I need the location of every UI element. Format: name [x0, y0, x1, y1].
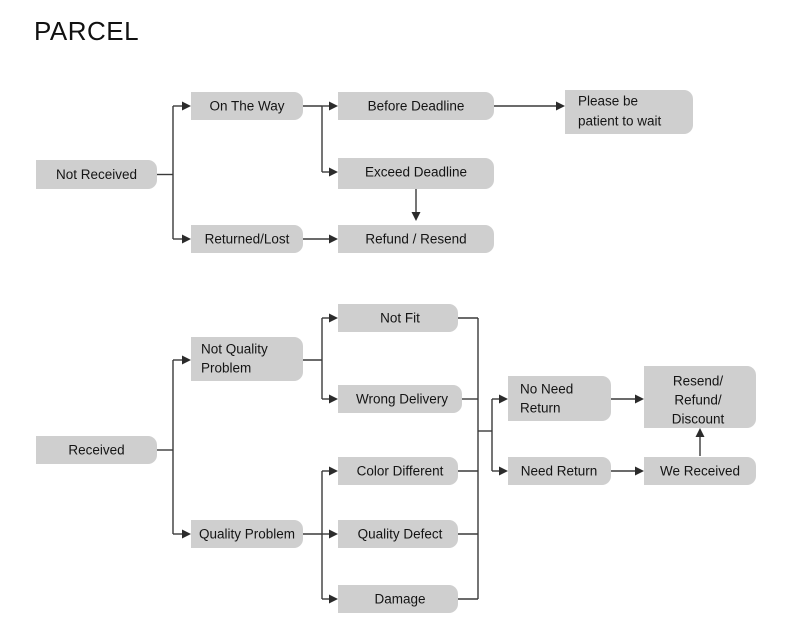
node-refund-resend-label: Refund / Resend [365, 232, 466, 247]
connector-trunk-to-quality-problem [173, 529, 191, 539]
node-wrong-delivery[interactable]: Wrong Delivery [338, 385, 462, 413]
node-before-deadline[interactable]: Before Deadline [338, 92, 494, 120]
connector-not-quality-split [303, 318, 323, 399]
node-quality-problem-label: Quality Problem [199, 527, 295, 542]
connector-need-return-to-we-received [611, 466, 644, 476]
node-not-quality-problem-line1: Not Quality [201, 342, 268, 357]
node-not-received[interactable]: Not Received [36, 160, 157, 189]
node-please-be-patient[interactable]: Please be patient to wait [565, 90, 693, 134]
connector-to-wrong-delivery [322, 394, 338, 404]
connector-to-damage [322, 594, 338, 604]
connector-not-received-trunk [157, 106, 174, 239]
connector-bus-to-no-need-return [492, 394, 508, 404]
connector-quality-problem-split [303, 471, 323, 599]
node-resend-refund-discount-line3: Discount [672, 412, 725, 427]
connector-we-received-to-resend [695, 428, 705, 456]
node-on-the-way[interactable]: On The Way [191, 92, 303, 120]
node-not-quality-problem[interactable]: Not Quality Problem [191, 337, 303, 381]
connector-to-before-deadline [322, 101, 338, 111]
node-please-be-patient-line2: patient to wait [578, 114, 662, 129]
node-returned-lost-label: Returned/Lost [205, 232, 290, 247]
node-damage-label: Damage [374, 592, 425, 607]
node-quality-defect[interactable]: Quality Defect [338, 520, 458, 548]
connector-trunk-to-returned-lost [173, 234, 191, 244]
node-not-quality-problem-line2: Problem [201, 361, 251, 376]
connector-returned-lost-to-refund-resend [303, 234, 338, 244]
node-received-label: Received [68, 443, 124, 458]
connector-problems-merge-bus [458, 317, 493, 600]
connector-no-need-return-to-resend [611, 394, 644, 404]
node-no-need-return-line1: No Need [520, 382, 573, 397]
connector-to-color-different [322, 466, 338, 476]
node-received[interactable]: Received [36, 436, 157, 464]
node-before-deadline-label: Before Deadline [368, 99, 465, 114]
node-please-be-patient-line1: Please be [578, 94, 638, 109]
node-on-the-way-label: On The Way [209, 99, 284, 114]
node-exceed-deadline[interactable]: Exceed Deadline [338, 158, 494, 189]
node-not-fit[interactable]: Not Fit [338, 304, 458, 332]
node-need-return[interactable]: Need Return [508, 457, 611, 485]
node-color-different-label: Color Different [357, 464, 444, 479]
connector-to-not-fit [322, 313, 338, 323]
connector-trunk-to-not-quality-problem [173, 355, 191, 365]
connector-on-the-way-split [303, 105, 323, 172]
connector-before-deadline-to-please-wait [494, 101, 565, 111]
node-resend-refund-discount-line1: Resend/ [673, 374, 724, 389]
node-we-received-label: We Received [660, 464, 740, 479]
node-quality-problem[interactable]: Quality Problem [191, 520, 303, 548]
node-resend-refund-discount[interactable]: Resend/ Refund/ Discount [644, 366, 756, 428]
parcel-flowchart: PARCEL Not Received On The Way Returned/… [34, 16, 756, 613]
node-we-received[interactable]: We Received [644, 457, 756, 485]
node-not-received-label: Not Received [56, 167, 137, 182]
node-no-need-return[interactable]: No Need Return [508, 376, 611, 421]
node-refund-resend[interactable]: Refund / Resend [338, 225, 494, 253]
connector-received-trunk [157, 360, 174, 534]
node-not-fit-label: Not Fit [380, 311, 420, 326]
connector-trunk-to-on-the-way [173, 101, 191, 111]
connector-to-quality-defect [322, 529, 338, 539]
node-damage[interactable]: Damage [338, 585, 458, 613]
node-exceed-deadline-label: Exceed Deadline [365, 165, 467, 180]
page-title: PARCEL [34, 16, 139, 46]
connector-to-exceed-deadline [322, 167, 338, 177]
node-color-different[interactable]: Color Different [338, 457, 458, 485]
node-no-need-return-line2: Return [520, 401, 561, 416]
connector-bus-to-need-return [492, 466, 508, 476]
node-returned-lost[interactable]: Returned/Lost [191, 225, 303, 253]
node-resend-refund-discount-line2: Refund/ [674, 393, 722, 408]
node-quality-defect-label: Quality Defect [358, 527, 443, 542]
node-wrong-delivery-label: Wrong Delivery [356, 392, 448, 407]
node-need-return-label: Need Return [521, 464, 598, 479]
connector-exceed-deadline-to-refund-resend [411, 189, 421, 221]
